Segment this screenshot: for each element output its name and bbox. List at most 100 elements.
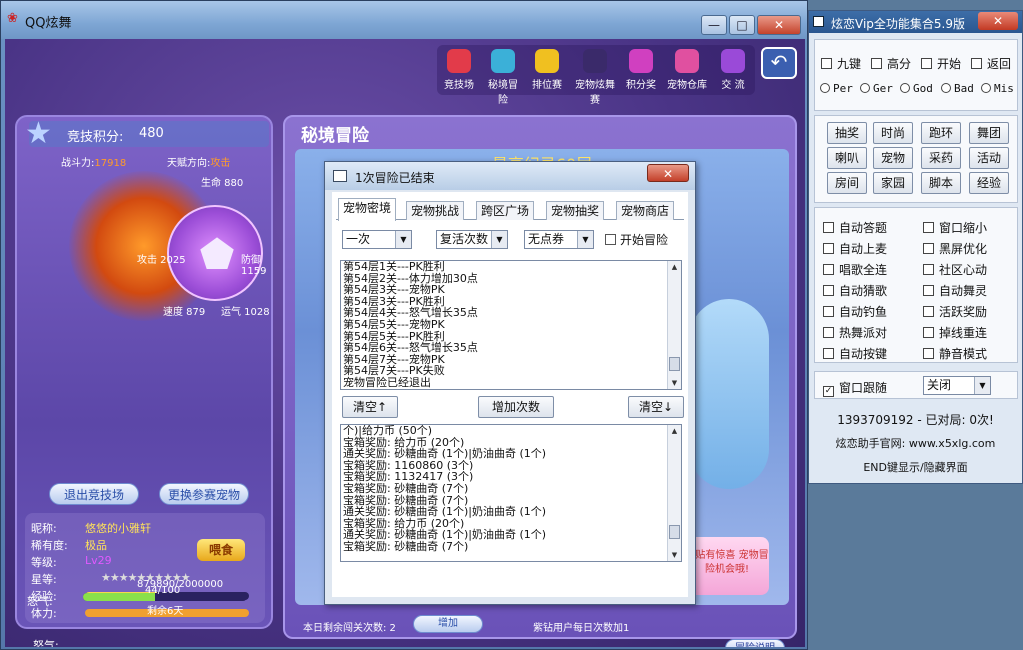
reward-line: 宝箱奖励: 砂糖曲奇 (7个) <box>343 539 469 553</box>
tab-pet-challenge[interactable]: 宠物挑战 <box>406 201 465 220</box>
times-select[interactable]: 一次 ▼ <box>342 230 412 249</box>
check-auto-key[interactable]: 自动按键 <box>823 345 887 362</box>
speaker-button[interactable]: 喇叭 <box>827 147 867 169</box>
adventure-help-button[interactable]: 冒险说明 <box>725 639 785 647</box>
anger-label: 怒气: <box>27 595 53 608</box>
chevron-down-icon: ▼ <box>974 377 990 394</box>
check-auto-guess[interactable]: 自动猜歌 <box>823 282 887 299</box>
exit-arena-button[interactable]: 退出竞技场 <box>49 483 139 505</box>
tab-pet-lottery[interactable]: 宠物抽奖 <box>546 201 605 220</box>
lottery-button[interactable]: 抽奖 <box>827 122 867 144</box>
log-line: 第54层6关---怒气增长35点 <box>343 341 478 355</box>
exp-button[interactable]: 经验 <box>969 172 1009 194</box>
exchange-button[interactable]: 交 流 <box>715 49 751 91</box>
radio-mis[interactable]: Mis <box>981 82 1014 95</box>
start-adventure-checkbox[interactable]: 开始冒险 <box>605 231 668 248</box>
maximize-button[interactable]: □ <box>729 15 755 35</box>
pet-dance-button[interactable]: 宠物炫舞赛 <box>573 49 617 106</box>
coupon-select[interactable]: 无点券 ▼ <box>524 230 594 249</box>
follow-group: ✓ 窗口跟随 关闭 ▼ <box>814 371 1018 399</box>
scroll-down-icon[interactable]: ▼ <box>668 549 681 561</box>
adventure-button[interactable]: 秘境冒险 <box>485 49 521 106</box>
check-blackscreen[interactable]: 黑屏优化 <box>923 240 987 257</box>
fashion-button[interactable]: 时尚 <box>873 122 913 144</box>
radio-bad[interactable]: Bad <box>941 82 974 95</box>
check-nine-key[interactable]: 九键 <box>821 55 861 72</box>
radio-ger[interactable]: Ger <box>860 82 893 95</box>
tool-titlebar[interactable]: 炫恋Vip全功能集合5.9版 ✕ <box>809 11 1022 33</box>
check-high-score[interactable]: 高分 <box>871 55 911 72</box>
points-reward-button[interactable]: 积分奖 <box>623 49 659 91</box>
check-auto-fish[interactable]: 自动钓鱼 <box>823 303 887 320</box>
radio-per[interactable]: Per <box>820 82 853 95</box>
star-icon: ★ <box>25 116 52 151</box>
feed-button[interactable]: 喂食 <box>197 539 245 561</box>
check-sing-combo[interactable]: 唱歌全连 <box>823 261 887 278</box>
check-dance-party[interactable]: 热舞派对 <box>823 324 887 341</box>
check-auto-answer[interactable]: 自动答题 <box>823 219 887 236</box>
check-community-heart[interactable]: 社区心动 <box>923 261 987 278</box>
revive-select[interactable]: 复活次数 ▼ <box>436 230 508 249</box>
feature-buttons-group: 抽奖 时尚 跑环 舞团 喇叭 宠物 采药 活动 房间 家园 脚本 经验 <box>814 115 1018 203</box>
tab-pet-shop[interactable]: 宠物商店 <box>616 201 675 220</box>
follow-select[interactable]: 关闭 ▼ <box>923 376 991 395</box>
window-icon <box>333 170 347 182</box>
home-button[interactable]: 家园 <box>873 172 913 194</box>
change-pet-button[interactable]: 更换参赛宠物 <box>159 483 249 505</box>
tab-cross-plaza[interactable]: 跨区广场 <box>476 201 535 220</box>
event-button[interactable]: 活动 <box>969 147 1009 169</box>
tab-pet-realm[interactable]: 宠物密境 <box>338 198 397 221</box>
reward-log-scrollbar[interactable]: ▲ ▼ <box>667 425 681 561</box>
tool-close-button[interactable]: ✕ <box>978 12 1018 30</box>
scroll-thumb[interactable] <box>669 525 680 539</box>
key-options-group: 九键 高分 开始 返回 Per Ger God Bad Mis <box>814 39 1018 111</box>
dance-group-button[interactable]: 舞团 <box>969 122 1009 144</box>
dialog-titlebar[interactable]: 1次冒险已结束 ✕ <box>325 162 695 190</box>
scroll-thumb[interactable] <box>669 357 680 371</box>
minimize-button[interactable]: — <box>701 15 727 35</box>
check-return[interactable]: 返回 <box>971 55 1011 72</box>
add-count-button[interactable]: 增加 <box>413 615 483 633</box>
scroll-down-icon[interactable]: ▼ <box>668 377 681 389</box>
add-times-button[interactable]: 增加次数 <box>478 396 554 418</box>
stamina-value: 剩余6天 <box>147 606 184 617</box>
log-top-scrollbar[interactable]: ▲ ▼ <box>667 261 681 389</box>
herb-button[interactable]: 采药 <box>921 147 961 169</box>
log-line: 第54层5关---宠物PK <box>343 317 445 331</box>
check-auto-mic[interactable]: 自动上麦 <box>823 240 887 257</box>
remaining-count: 本日剩余闯关次数: 2 <box>303 623 396 634</box>
game-titlebar[interactable]: ❀ QQ炫舞 — □ ✕ <box>1 1 807 39</box>
adventure-log-top[interactable]: 第54层1关---PK胜利 第54层2关---体力增加30点 第54层3关---宠物… <box>340 260 682 390</box>
arena-button[interactable]: 竞技场 <box>441 49 477 91</box>
check-active-reward[interactable]: 活跃奖励 <box>923 303 987 320</box>
check-window-follow[interactable]: ✓ 窗口跟随 <box>823 379 887 397</box>
back-arrow-icon[interactable]: ↶ <box>761 47 797 79</box>
defense-stat: 防御 1159 <box>241 255 267 277</box>
pet-button[interactable]: 宠物 <box>873 147 913 169</box>
script-button[interactable]: 脚本 <box>921 172 961 194</box>
adventure-result-dialog: 1次冒险已结束 ✕ 宠物密境 宠物挑战 跨区广场 宠物抽奖 宠物商店 一次 ▼ 复… <box>324 161 696 605</box>
feature-toolbar: 竞技场 秘境冒险 排位赛 宠物炫舞赛 积分奖 宠物仓库 交 流 <box>437 45 755 106</box>
room-button[interactable]: 房间 <box>827 172 867 194</box>
promo-banner[interactable]: 小贴有惊喜 宠物冒险机会哦! <box>685 537 769 595</box>
clear-top-button[interactable]: 清空↑ <box>342 396 398 418</box>
pet-storage-button[interactable]: 宠物仓库 <box>667 49 707 91</box>
ring-button[interactable]: 跑环 <box>921 122 961 144</box>
check-shrink-window[interactable]: 窗口缩小 <box>923 219 987 236</box>
reward-line: 个)|给力币 (50个) <box>343 424 433 437</box>
dialog-close-button[interactable]: ✕ <box>647 164 689 182</box>
radio-god[interactable]: God <box>900 82 933 95</box>
check-auto-dance-spirit[interactable]: 自动舞灵 <box>923 282 987 299</box>
check-mute[interactable]: 静音模式 <box>923 345 987 362</box>
scroll-up-icon[interactable]: ▲ <box>668 425 681 437</box>
ranked-button[interactable]: 排位赛 <box>529 49 565 91</box>
check-start[interactable]: 开始 <box>921 55 961 72</box>
scroll-up-icon[interactable]: ▲ <box>668 261 681 273</box>
arena-score-bar: ★ 竞技积分: 480 <box>25 117 269 151</box>
clear-bottom-button[interactable]: 清空↓ <box>628 396 684 418</box>
close-button[interactable]: ✕ <box>757 15 801 35</box>
pet-details: 昵称: 悠悠的小雅轩 稀有度: 极品 等级: Lv29 星等: ★★★★★★★★★★ 经… <box>25 513 265 623</box>
reward-log[interactable]: 个)|给力币 (50个) 宝箱奖励: 给力币 (20个) 通关奖励: 砂糖曲奇 (1… <box>340 424 682 562</box>
check-reconnect[interactable]: 掉线重连 <box>923 324 987 341</box>
storage-icon <box>675 49 699 73</box>
